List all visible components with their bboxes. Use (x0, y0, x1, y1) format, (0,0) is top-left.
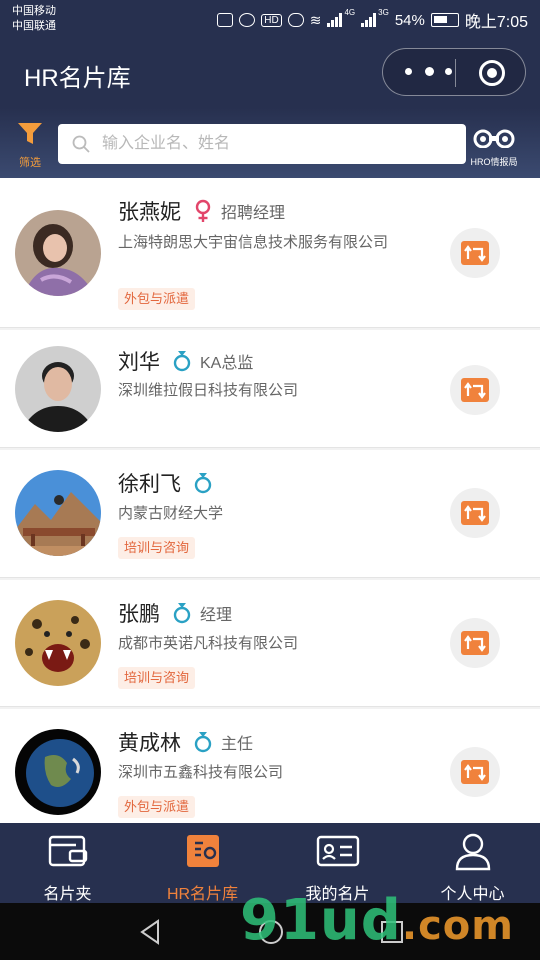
contact-company: 成都市英诺凡科技有限公司 (118, 635, 299, 652)
carrier-1: 中国移动 (12, 5, 56, 17)
search-icon (72, 135, 90, 153)
signal-3g-label: 3G (378, 8, 389, 17)
capsule-divider (455, 59, 456, 87)
contact-name: 张燕妮 (118, 201, 181, 224)
male-icon (173, 351, 191, 372)
hro-button[interactable]: HRO情报局 (470, 128, 518, 168)
tab-label: 名片夹 (43, 886, 92, 903)
contact-name: 刘华 (118, 351, 160, 374)
male-icon (194, 473, 212, 494)
contact-list: 张燕妮 招聘经理 上海特朗思大宇宙信息技术服务有限公司 外包与派遣 刘华 KA总… (0, 178, 540, 823)
carrier-2: 中国联通 (12, 20, 56, 32)
my-card-icon (316, 835, 359, 867)
mini-program-capsule (382, 48, 526, 96)
back-icon[interactable] (138, 919, 162, 945)
name-row: 徐利飞 (118, 468, 221, 498)
filter-button[interactable]: 筛选 (12, 122, 48, 170)
female-icon (195, 199, 211, 222)
binoculars-icon (473, 129, 515, 149)
signal-4g-icon (327, 13, 343, 27)
search-input[interactable] (102, 130, 452, 158)
exchange-icon (461, 241, 489, 265)
contact-card[interactable]: 刘华 KA总监 深圳维拉假日科技有限公司 (0, 330, 540, 448)
industry-tag: 培训与咨询 (118, 537, 196, 559)
close-mini-program-icon[interactable] (479, 60, 505, 86)
watermark-logo: 91ud.com (240, 888, 514, 953)
funnel-icon (18, 123, 42, 144)
exchange-card-button[interactable] (450, 618, 500, 668)
industry-tag: 培训与咨询 (118, 667, 196, 689)
app-header: HR名片库 (0, 40, 540, 108)
avatar (15, 600, 101, 686)
contact-company: 内蒙古财经大学 (118, 505, 224, 522)
hro-label: HRO情报局 (470, 157, 518, 167)
tab-card-holder[interactable]: 名片夹 (0, 823, 135, 903)
contact-company: 上海特朗思大宇宙信息技术服务有限公司 (118, 234, 389, 251)
exchange-card-button[interactable] (450, 747, 500, 797)
contact-title: 招聘经理 (221, 205, 286, 222)
contact-title: 经理 (200, 607, 233, 624)
exchange-icon (461, 631, 489, 655)
more-icon[interactable] (403, 62, 457, 82)
contact-name: 张鹏 (118, 603, 160, 626)
exchange-icon (461, 760, 489, 784)
contact-title: KA总监 (200, 355, 254, 372)
eye-icon (287, 13, 304, 27)
signal-3g-icon (361, 13, 377, 27)
hd-badge: HD (261, 13, 282, 27)
avatar (15, 470, 101, 556)
exchange-card-button[interactable] (450, 365, 500, 415)
status-bar: 中国移动 中国联通 HD ≋ 4G 3G 54% 晚上7:05 (0, 0, 540, 40)
name-row: 黄成林 主任 (118, 727, 253, 757)
battery-percent: 54% (394, 11, 425, 29)
clock: 晚上7:05 (464, 14, 528, 31)
contact-company: 深圳维拉假日科技有限公司 (118, 382, 299, 399)
exchange-icon (461, 378, 489, 402)
name-row: 张燕妮 招聘经理 (118, 196, 285, 226)
contact-card[interactable]: 黄成林 主任 深圳市五鑫科技有限公司 外包与派遣 (0, 709, 540, 823)
exchange-icon (461, 501, 489, 525)
contact-title: 主任 (221, 736, 254, 753)
carrier-info: 中国移动 中国联通 (12, 4, 56, 34)
person-icon (455, 833, 490, 871)
male-icon (194, 732, 212, 753)
watermark-main: 91ud (240, 888, 402, 953)
wifi-icon: ≋ (309, 11, 322, 28)
name-row: 刘华 KA总监 (118, 346, 253, 376)
avatar (15, 210, 101, 296)
exchange-card-button[interactable] (450, 228, 500, 278)
watermark-suffix: .com (401, 903, 514, 949)
signal-4g-label: 4G (344, 8, 356, 17)
filter-label: 筛选 (19, 157, 41, 169)
name-row: 张鹏 经理 (118, 598, 232, 628)
contact-card[interactable]: 张燕妮 招聘经理 上海特朗思大宇宙信息技术服务有限公司 外包与派遣 (0, 178, 540, 328)
avatar (15, 346, 101, 432)
contact-card[interactable]: 张鹏 经理 成都市英诺凡科技有限公司 培训与咨询 (0, 580, 540, 707)
industry-tag: 外包与派遣 (118, 796, 196, 818)
hr-library-icon (186, 835, 219, 867)
status-icons: HD ≋ 4G 3G 54% 晚上7:05 (217, 8, 528, 32)
alarm-icon (239, 13, 256, 27)
contact-company: 深圳市五鑫科技有限公司 (118, 764, 284, 781)
search-bar: 筛选 HRO情报局 (0, 108, 540, 178)
industry-tag: 外包与派遣 (118, 288, 196, 310)
card-holder-icon (48, 835, 87, 867)
male-icon (173, 603, 191, 624)
exchange-card-button[interactable] (450, 488, 500, 538)
contact-name: 黄成林 (118, 732, 181, 755)
contact-name: 徐利飞 (118, 473, 181, 496)
page-title: HR名片库 (24, 65, 131, 92)
battery-icon (430, 13, 459, 27)
nfc-icon (217, 13, 234, 27)
avatar (15, 729, 101, 815)
contact-card[interactable]: 徐利飞 内蒙古财经大学 培训与咨询 (0, 450, 540, 578)
search-box (58, 124, 466, 164)
